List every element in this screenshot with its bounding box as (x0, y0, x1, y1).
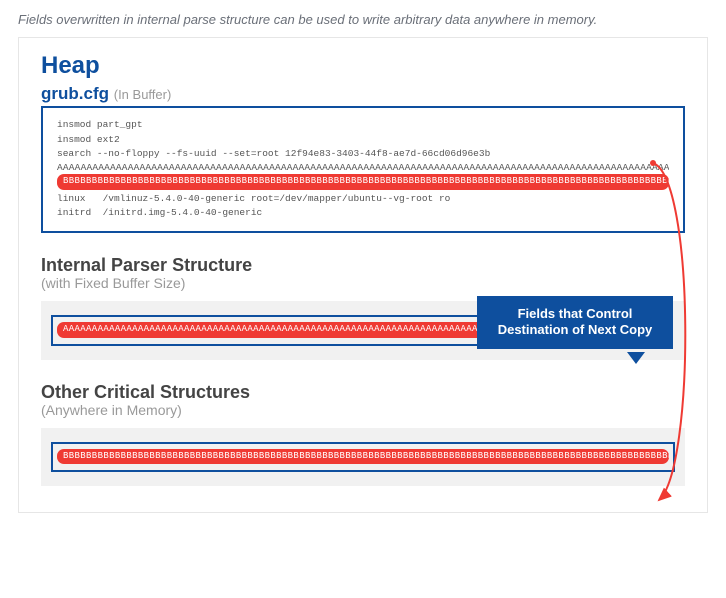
buffer-box: insmod part_gpt insmod ext2 search --no-… (41, 106, 685, 233)
heap-card: Heap grub.cfg (In Buffer) insmod part_gp… (18, 37, 708, 513)
critical-outline: BBBBBBBBBBBBBBBBBBBBBBBBBBBBBBBBBBBBBBBB… (51, 442, 675, 473)
code-line-4: linux /vmlinuz-5.4.0-40-generic root=/de… (57, 192, 669, 207)
figure-caption: Fields overwritten in internal parse str… (0, 0, 726, 37)
other-sub: (Anywhere in Memory) (41, 402, 685, 418)
callout-tail-icon (627, 352, 645, 364)
heap-title: Heap (41, 52, 685, 80)
grubcfg-header: grub.cfg (In Buffer) (41, 84, 685, 104)
code-line-2: insmod ext2 (57, 133, 669, 148)
grubcfg-name: grub.cfg (41, 84, 109, 103)
code-line-5: initrd /initrd.img-5.4.0-40-generic (57, 206, 669, 221)
critical-pill-b: BBBBBBBBBBBBBBBBBBBBBBBBBBBBBBBBBBBBBBBB… (57, 449, 669, 465)
other-title: Other Critical Structures (41, 382, 685, 403)
grubcfg-sub: (In Buffer) (114, 87, 172, 102)
callout-box: Fields that Control Destination of Next … (477, 296, 673, 349)
parser-sub: (with Fixed Buffer Size) (41, 275, 685, 291)
parser-buffer-left: AAAAAAAAAAAAAAAAAAAAAAAAAAAAAAAAAAAAAAAA… (51, 315, 513, 346)
parser-title: Internal Parser Structure (41, 255, 685, 276)
code-line-1: insmod part_gpt (57, 118, 669, 133)
code-line-3: search --no-floppy --fs-uuid --set=root … (57, 147, 669, 162)
overflow-pill-b: BBBBBBBBBBBBBBBBBBBBBBBBBBBBBBBBBBBBBBBB… (57, 174, 669, 190)
parser-pill-left: AAAAAAAAAAAAAAAAAAAAAAAAAAAAAAAAAAAAAAAA… (57, 322, 507, 338)
other-block: BBBBBBBBBBBBBBBBBBBBBBBBBBBBBBBBBBBBBBBB… (41, 428, 685, 487)
overflow-line-a: AAAAAAAAAAAAAAAAAAAAAAAAAAAAAAAAAAAAAAAA… (57, 162, 669, 173)
